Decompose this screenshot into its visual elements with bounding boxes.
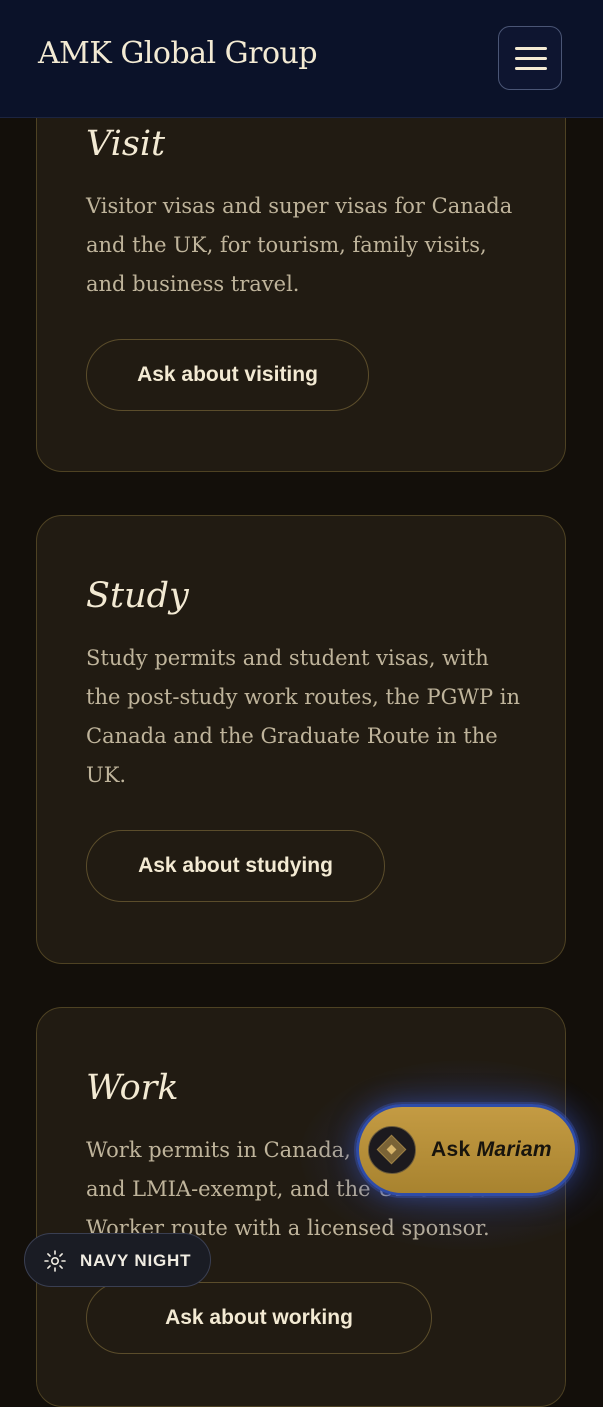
card-title: Visit [86, 124, 166, 164]
service-card-study: Study Study permits and student visas, w… [36, 515, 566, 964]
brand-logo-text[interactable]: AMK Global Group [38, 36, 318, 71]
ask-about-visiting-button[interactable]: Ask about visiting [86, 339, 369, 411]
card-description: Visitor visas and super visas for Canada… [86, 194, 513, 296]
assistant-avatar [368, 1126, 416, 1174]
ask-prefix: Ask [431, 1138, 471, 1161]
ask-assistant-label: Ask Mariam [431, 1138, 552, 1162]
diamond-icon [376, 1134, 407, 1165]
hamburger-menu-icon [515, 47, 547, 50]
card-title: Study [86, 576, 189, 616]
menu-button[interactable] [498, 26, 562, 90]
ask-about-studying-button[interactable]: Ask about studying [86, 830, 385, 902]
ask-assistant-button[interactable]: Ask Mariam [356, 1104, 578, 1196]
sun-icon [44, 1250, 66, 1272]
card-description: Study permits and student visas, with th… [86, 646, 521, 787]
theme-toggle-button[interactable]: NAVY NIGHT [24, 1233, 211, 1287]
card-title: Work [86, 1068, 179, 1108]
ask-about-working-button[interactable]: Ask about working [86, 1282, 432, 1354]
theme-label: NAVY NIGHT [80, 1251, 192, 1270]
site-header: AMK Global Group [0, 0, 603, 118]
hamburger-menu-icon-bar [515, 57, 547, 60]
hamburger-menu-icon-bar [515, 67, 547, 70]
assistant-name: Mariam [476, 1138, 552, 1161]
